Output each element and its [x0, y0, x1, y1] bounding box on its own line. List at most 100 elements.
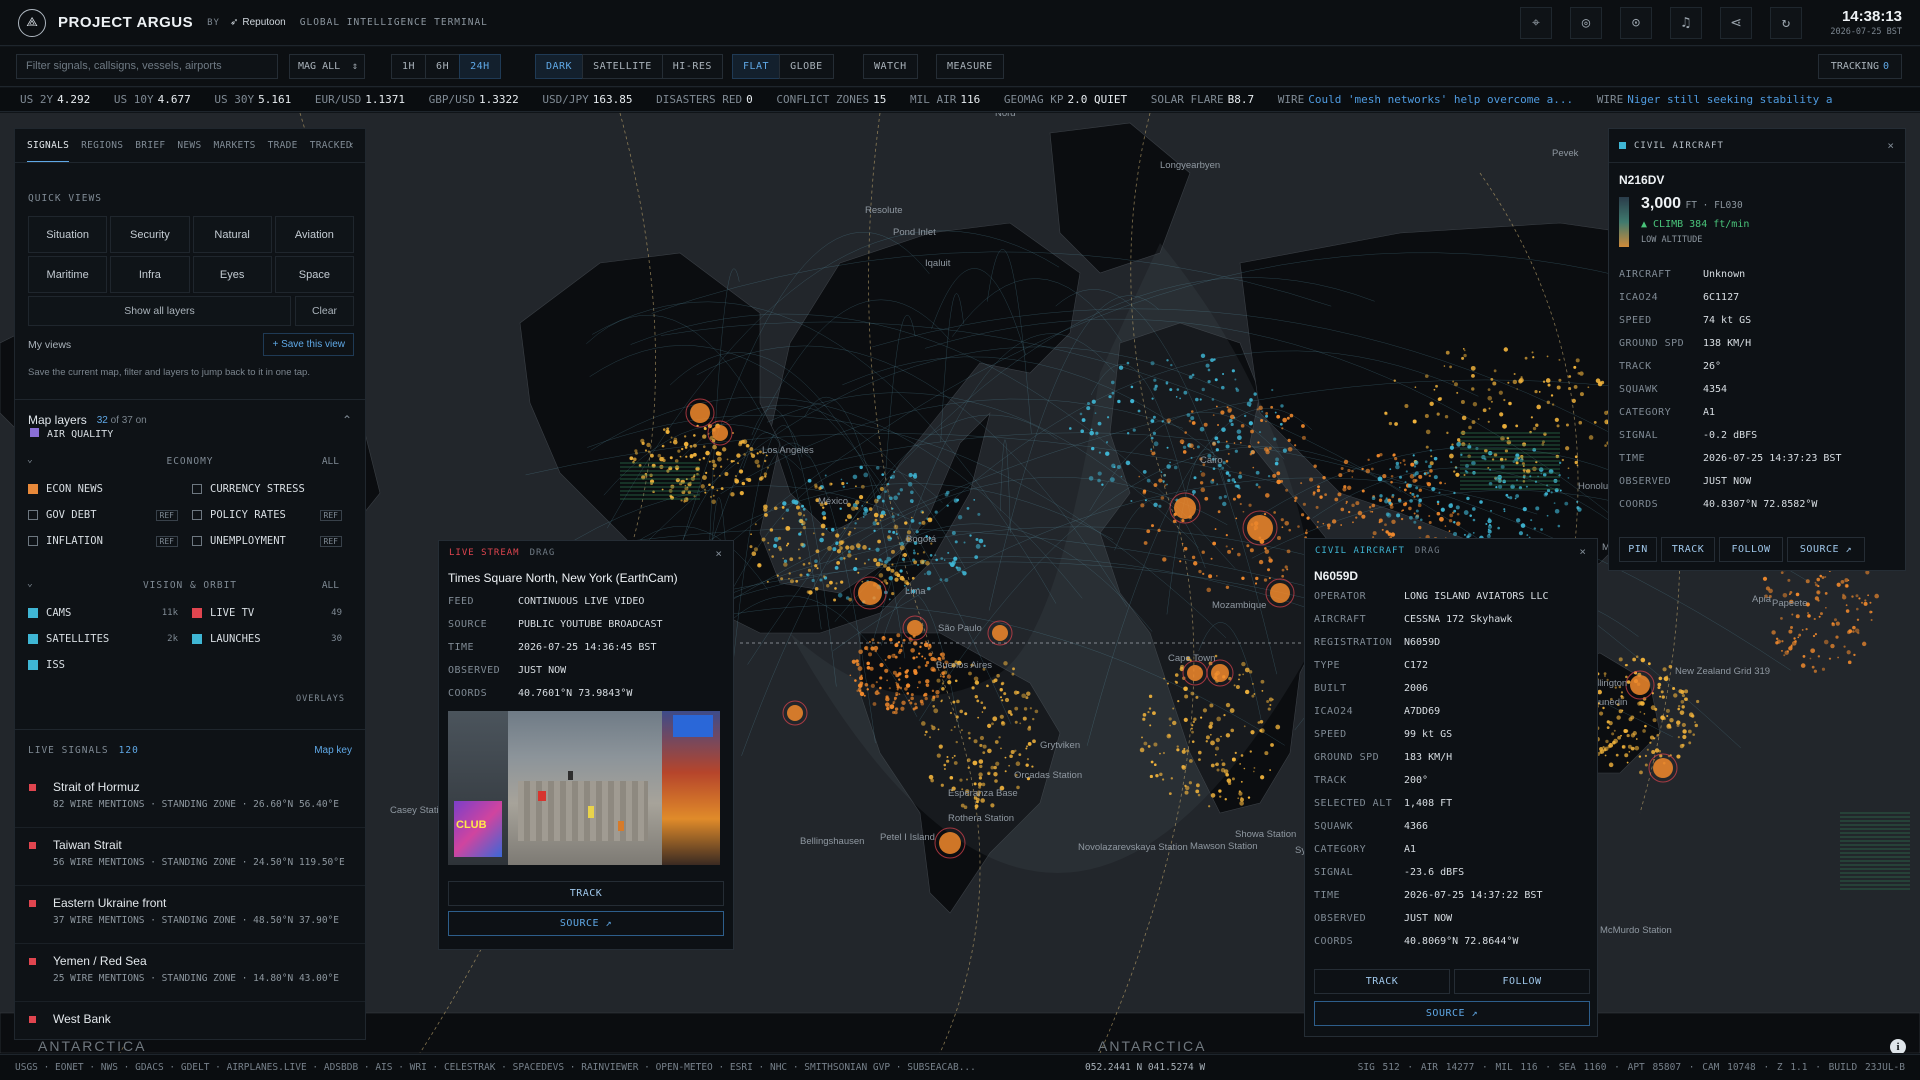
- quick-view-maritime[interactable]: Maritime: [28, 256, 108, 293]
- checkbox[interactable]: [28, 510, 38, 520]
- bell-icon[interactable]: ♫: [1670, 7, 1702, 39]
- crosshair-icon[interactable]: ⌖: [1520, 7, 1552, 39]
- tab-regions[interactable]: REGIONS: [81, 130, 123, 161]
- projection-flat[interactable]: FLAT: [732, 54, 781, 79]
- overlays-group[interactable]: OVERLAYS: [296, 694, 345, 702]
- signal-item[interactable]: Strait of Hormuz 82 WIRE MENTIONS · STAND…: [15, 770, 365, 828]
- layer-live-tv[interactable]: LIVE TV 49: [192, 607, 356, 619]
- signal-item[interactable]: West Bank: [15, 1002, 365, 1036]
- track-button[interactable]: TRACK: [1661, 537, 1715, 562]
- ticker-item[interactable]: GBP/USD 1.3322: [429, 88, 519, 111]
- pin-icon[interactable]: ⊙: [1620, 7, 1652, 39]
- tab-news[interactable]: NEWS: [177, 130, 201, 161]
- watch-button[interactable]: WATCH: [863, 54, 918, 79]
- quick-view-security[interactable]: Security: [110, 216, 190, 253]
- layer-launches[interactable]: LAUNCHES 30: [192, 633, 356, 645]
- track-button[interactable]: TRACK: [1314, 969, 1450, 994]
- layer-currency-stress[interactable]: CURRENCY STRESS: [192, 483, 356, 495]
- map-key-link[interactable]: Map key: [314, 745, 352, 756]
- layer-inflation[interactable]: INFLATION REF: [28, 535, 192, 547]
- checkbox[interactable]: [28, 608, 38, 618]
- ticker-item[interactable]: MIL AIR 116: [910, 88, 980, 111]
- style-hires[interactable]: HI-RES: [661, 54, 723, 79]
- layer-iss[interactable]: ISS: [28, 659, 192, 671]
- ticker-item[interactable]: US 10Y 4.677: [114, 88, 191, 111]
- quick-view-eyes[interactable]: Eyes: [192, 256, 272, 293]
- measure-button[interactable]: MEASURE: [936, 54, 1004, 79]
- ticker-item[interactable]: US 30Y 5.161: [214, 88, 291, 111]
- style-satellite[interactable]: SATELLITE: [582, 54, 663, 79]
- range-6h[interactable]: 6H: [425, 54, 461, 79]
- popup-drag-handle[interactable]: CIVIL AIRCRAFT DRAG ×: [1305, 539, 1597, 563]
- layer-cams[interactable]: CAMS 11k: [28, 607, 192, 619]
- ticker-item[interactable]: GEOMAG KP 2.0 QUIET: [1004, 88, 1127, 111]
- aircraft-detail-panel[interactable]: CIVIL AIRCRAFT × N216DV 3,000 FT · FL030…: [1608, 128, 1906, 571]
- layer-policy-rates[interactable]: POLICY RATES REF: [192, 509, 356, 521]
- pin-button[interactable]: PIN: [1619, 537, 1657, 562]
- checkbox[interactable]: [28, 536, 38, 546]
- tab-trade[interactable]: TRADE: [268, 130, 298, 161]
- ticker-item[interactable]: EUR/USD 1.1371: [315, 88, 405, 111]
- style-dark[interactable]: DARK: [535, 54, 584, 79]
- popup-drag-handle[interactable]: LIVE STREAM DRAG ×: [439, 541, 733, 565]
- share-icon[interactable]: ⋖: [1720, 7, 1752, 39]
- quick-view-aviation[interactable]: Aviation: [274, 216, 354, 253]
- group-economy[interactable]: ⌄ ECONOMY ALL: [15, 452, 365, 476]
- checkbox[interactable]: [192, 484, 202, 494]
- magnitude-select[interactable]: MAG ALL ⇕: [289, 54, 365, 79]
- economy-all-toggle[interactable]: ALL: [322, 456, 339, 467]
- stream-track-button[interactable]: TRACK: [448, 881, 724, 906]
- layer-unemployment[interactable]: UNEMPLOYMENT REF: [192, 535, 356, 547]
- ticker-wire[interactable]: WIRE Could 'mesh networks' help overcome …: [1278, 88, 1573, 111]
- layer-econ-news[interactable]: ECON NEWS: [28, 483, 192, 495]
- collapse-chevron-icon[interactable]: ‹: [348, 138, 355, 152]
- range-1h[interactable]: 1H: [391, 54, 427, 79]
- source-button[interactable]: SOURCE ↗: [1787, 537, 1865, 562]
- show-all-layers-button[interactable]: Show all layers: [28, 296, 291, 326]
- follow-button[interactable]: FOLLOW: [1719, 537, 1783, 562]
- argus-logo-icon[interactable]: ⟁: [18, 8, 46, 37]
- checkbox[interactable]: [28, 484, 38, 494]
- target-icon[interactable]: ◎: [1570, 7, 1602, 39]
- group-vision-orbit[interactable]: ⌄ VISION & ORBIT ALL: [15, 576, 365, 600]
- signal-item[interactable]: Taiwan Strait 56 WIRE MENTIONS · STANDING…: [15, 828, 365, 886]
- chevron-up-icon[interactable]: ⌃: [342, 413, 352, 427]
- tab-tracked[interactable]: TRACKED: [310, 130, 352, 161]
- range-24h[interactable]: 24H: [459, 54, 501, 79]
- tab-signals[interactable]: SIGNALS: [27, 130, 70, 162]
- close-icon[interactable]: ×: [1887, 139, 1895, 152]
- projection-globe[interactable]: GLOBE: [779, 54, 834, 79]
- checkbox[interactable]: [192, 608, 202, 618]
- tab-markets[interactable]: MARKETS: [213, 130, 255, 161]
- save-view-button[interactable]: + Save this view: [263, 333, 354, 356]
- vision-all-toggle[interactable]: ALL: [322, 580, 339, 591]
- ticker-item[interactable]: US 2Y 4.292: [20, 88, 90, 111]
- tab-brief[interactable]: BRIEF: [135, 130, 165, 161]
- tracking-button[interactable]: TRACKING 0: [1817, 54, 1902, 79]
- checkbox[interactable]: [192, 634, 202, 644]
- layer-gov-debt[interactable]: GOV DEBT REF: [28, 509, 192, 521]
- signal-item[interactable]: Yemen / Red Sea 25 WIRE MENTIONS · STANDI…: [15, 944, 365, 1002]
- checkbox[interactable]: [28, 634, 38, 644]
- ticker-wire[interactable]: WIRE Niger still seeking stability a: [1597, 88, 1833, 111]
- info-icon[interactable]: i: [1890, 1039, 1906, 1053]
- checkbox[interactable]: [192, 536, 202, 546]
- quick-view-space[interactable]: Space: [274, 256, 354, 293]
- quick-view-natural[interactable]: Natural: [192, 216, 272, 253]
- ticker-item[interactable]: CONFLICT ZONES 15: [776, 88, 886, 111]
- search-input[interactable]: Filter signals, callsigns, vessels, airp…: [16, 54, 278, 79]
- follow-button[interactable]: FOLLOW: [1454, 969, 1590, 994]
- signal-item[interactable]: Eastern Ukraine front 37 WIRE MENTIONS · …: [15, 886, 365, 944]
- stream-video[interactable]: CLUB: [448, 711, 720, 865]
- ticker-item[interactable]: DISASTERS RED 0: [656, 88, 753, 111]
- ticker-item[interactable]: USD/JPY 163.85: [542, 88, 632, 111]
- close-icon[interactable]: ×: [1579, 545, 1587, 558]
- clear-button[interactable]: Clear: [295, 296, 354, 326]
- close-icon[interactable]: ×: [715, 547, 723, 560]
- quick-view-situation[interactable]: Situation: [28, 216, 108, 253]
- stream-source-button[interactable]: SOURCE ↗: [448, 911, 724, 936]
- live-stream-popup[interactable]: LIVE STREAM DRAG × Times Square North, N…: [438, 540, 734, 950]
- source-button[interactable]: SOURCE ↗: [1314, 1001, 1590, 1026]
- checkbox[interactable]: [28, 660, 38, 670]
- checkbox[interactable]: [192, 510, 202, 520]
